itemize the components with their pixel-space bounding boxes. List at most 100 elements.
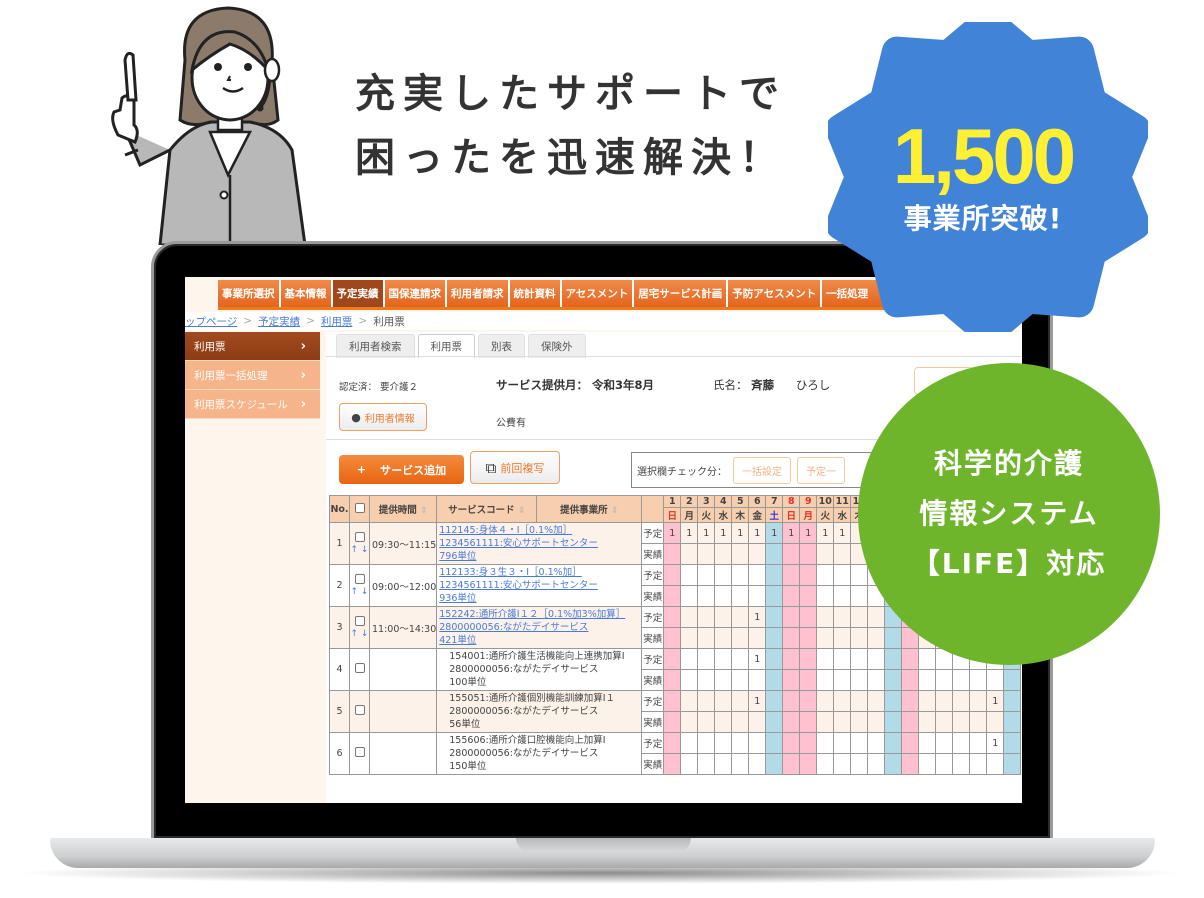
plan-day-cell[interactable] xyxy=(765,648,784,670)
actual-day-cell[interactable] xyxy=(680,627,699,649)
plan-day-cell[interactable]: 1 xyxy=(697,522,716,544)
actual-day-cell[interactable] xyxy=(986,753,1005,775)
actual-day-cell[interactable] xyxy=(969,669,988,691)
plan-day-cell[interactable] xyxy=(816,648,835,670)
plan-day-cell[interactable] xyxy=(731,648,750,670)
nav-item[interactable]: 統計資料 xyxy=(507,280,560,307)
actual-day-cell[interactable] xyxy=(714,585,733,607)
plan-day-cell[interactable]: 1 xyxy=(833,522,852,544)
bulk-set-button[interactable]: 一括設定 xyxy=(733,456,791,484)
service-detail-line[interactable]: 2800000056:ながたデイサービス xyxy=(439,621,641,634)
plan-day-cell[interactable]: 1 xyxy=(799,522,818,544)
actual-day-cell[interactable] xyxy=(697,753,716,775)
actual-day-cell[interactable] xyxy=(663,669,682,691)
plan-day-cell[interactable]: 1 xyxy=(714,522,733,544)
actual-day-cell[interactable] xyxy=(765,711,784,733)
plan-day-cell[interactable] xyxy=(816,606,835,628)
actual-day-cell[interactable] xyxy=(986,669,1005,691)
plan-day-cell[interactable] xyxy=(816,732,835,754)
actual-day-cell[interactable] xyxy=(697,669,716,691)
plan-day-cell[interactable] xyxy=(833,690,852,712)
actual-day-cell[interactable] xyxy=(663,627,682,649)
user-info-button[interactable]: ● 利用者情報 xyxy=(339,403,427,431)
plan-day-cell[interactable] xyxy=(799,606,818,628)
plan-day-cell[interactable] xyxy=(714,648,733,670)
actual-day-cell[interactable] xyxy=(867,711,886,733)
nav-item[interactable]: 予定実績 xyxy=(330,280,383,307)
actual-day-cell[interactable] xyxy=(748,627,767,649)
service-detail-line[interactable]: 152242:通所介護Ⅰ１２［0.1%加3%加算］ xyxy=(439,608,641,621)
plan-day-cell[interactable]: 1 xyxy=(663,522,682,544)
actual-day-cell[interactable] xyxy=(731,585,750,607)
nav-item[interactable]: 事業所選択 xyxy=(218,280,279,307)
plan-day-cell[interactable] xyxy=(663,732,682,754)
plan-day-cell[interactable] xyxy=(918,732,937,754)
actual-day-cell[interactable] xyxy=(901,669,920,691)
plan-day-cell[interactable]: 1 xyxy=(782,522,801,544)
plan-day-cell[interactable] xyxy=(765,690,784,712)
plan-day-cell[interactable] xyxy=(697,648,716,670)
actual-day-cell[interactable] xyxy=(714,627,733,649)
row-checkbox[interactable] xyxy=(354,574,365,584)
actual-day-cell[interactable] xyxy=(969,711,988,733)
service-detail-line[interactable]: 796単位 xyxy=(439,550,641,563)
actual-day-cell[interactable] xyxy=(782,753,801,775)
plan-day-cell[interactable]: 1 xyxy=(680,522,699,544)
nav-item[interactable]: 基本情報 xyxy=(278,280,331,307)
actual-day-cell[interactable] xyxy=(680,753,699,775)
actual-day-cell[interactable] xyxy=(799,711,818,733)
plan-day-cell[interactable] xyxy=(765,606,784,628)
plan-day-cell[interactable] xyxy=(663,648,682,670)
actual-day-cell[interactable] xyxy=(680,543,699,565)
nav-item[interactable]: アセスメント xyxy=(559,280,633,307)
plan-day-cell[interactable] xyxy=(833,564,852,586)
actual-day-cell[interactable] xyxy=(731,627,750,649)
plan-day-cell[interactable] xyxy=(680,606,699,628)
actual-day-cell[interactable] xyxy=(952,669,971,691)
actual-day-cell[interactable] xyxy=(816,585,835,607)
actual-day-cell[interactable] xyxy=(850,627,869,649)
plan-day-cell[interactable] xyxy=(952,732,971,754)
actual-day-cell[interactable] xyxy=(901,711,920,733)
plan-day-cell[interactable] xyxy=(663,606,682,628)
actual-day-cell[interactable] xyxy=(697,543,716,565)
plan-day-cell[interactable]: 1 xyxy=(731,522,750,544)
plan-day-cell[interactable] xyxy=(901,648,920,670)
plan-day-cell[interactable] xyxy=(714,564,733,586)
actual-day-cell[interactable] xyxy=(765,543,784,565)
plan-day-cell[interactable] xyxy=(867,648,886,670)
actual-day-cell[interactable] xyxy=(935,711,954,733)
actual-day-cell[interactable] xyxy=(799,627,818,649)
actual-day-cell[interactable] xyxy=(833,753,852,775)
copy-previous-button[interactable]: ⧉ 前回複写 xyxy=(470,451,560,484)
actual-day-cell[interactable] xyxy=(833,711,852,733)
plan-day-cell[interactable] xyxy=(697,606,716,628)
nav-item[interactable]: 国保連請求 xyxy=(382,280,446,307)
plan-day-cell[interactable] xyxy=(799,690,818,712)
plan-day-cell[interactable] xyxy=(799,564,818,586)
service-detail-line[interactable]: 1234561111:安心サポートセンター xyxy=(439,579,641,592)
plan-day-cell[interactable] xyxy=(850,690,869,712)
sort-icon[interactable]: ⇕ xyxy=(420,506,428,516)
plan-day-cell[interactable]: 1 xyxy=(816,522,835,544)
tab[interactable]: 利用票 xyxy=(417,334,475,358)
plan-day-cell[interactable] xyxy=(833,606,852,628)
plan-day-cell[interactable] xyxy=(884,690,903,712)
plan-day-cell[interactable] xyxy=(867,606,886,628)
actual-day-cell[interactable] xyxy=(799,753,818,775)
actual-day-cell[interactable] xyxy=(714,669,733,691)
plan-day-cell[interactable] xyxy=(935,690,954,712)
actual-day-cell[interactable] xyxy=(731,669,750,691)
plan-day-cell[interactable] xyxy=(816,690,835,712)
actual-day-cell[interactable] xyxy=(680,669,699,691)
plan-day-cell[interactable] xyxy=(765,564,784,586)
actual-day-cell[interactable] xyxy=(680,711,699,733)
actual-day-cell[interactable] xyxy=(1003,669,1022,691)
plan-day-cell[interactable] xyxy=(799,648,818,670)
plan-day-cell[interactable] xyxy=(680,690,699,712)
actual-day-cell[interactable] xyxy=(935,669,954,691)
plan-day-cell[interactable] xyxy=(731,606,750,628)
sidebar-item[interactable]: 利用票 › xyxy=(185,332,320,361)
sidebar-item[interactable]: 利用票一括処理 › xyxy=(185,361,320,390)
actual-day-cell[interactable] xyxy=(867,627,886,649)
